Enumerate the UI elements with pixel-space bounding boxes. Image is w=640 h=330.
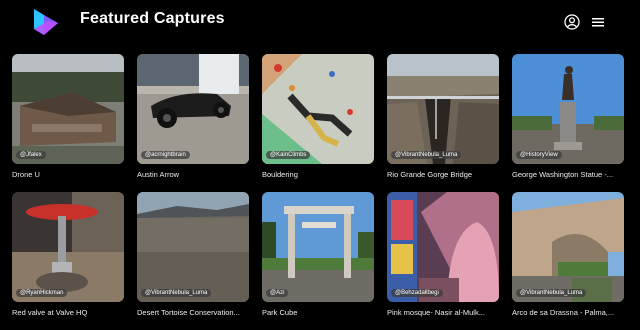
account-icon[interactable] (562, 12, 582, 32)
capture-caption[interactable]: Desert Tortoise Conservation... (137, 308, 249, 317)
capture-author-handle[interactable]: @Jfalex (16, 151, 46, 159)
capture-card[interactable]: @Jfalex Drone U (12, 54, 124, 182)
capture-caption[interactable]: Bouldering (262, 170, 374, 179)
capture-thumbnail[interactable]: @KainClimbs (262, 54, 374, 164)
capture-caption[interactable]: Rio Grande Gorge Bridge (387, 170, 499, 179)
capture-card[interactable]: @Behzadallbegi Pink mosque- Nasir al-Mul… (387, 192, 499, 320)
luma-logo-icon[interactable] (28, 5, 62, 39)
capture-caption[interactable]: Park Cube (262, 308, 374, 317)
capture-author-handle[interactable]: @KainClimbs (266, 151, 311, 159)
capture-caption[interactable]: Red valve at Valve HQ (12, 308, 124, 317)
capture-card[interactable]: @acrnightbrain Austin Arrow (137, 54, 249, 182)
capture-thumbnail[interactable]: @VibrantNebula_Luma (137, 192, 249, 302)
capture-author-handle[interactable]: @HistoryView (516, 151, 562, 159)
capture-author-handle[interactable]: @VibrantNebula_Luma (141, 289, 212, 297)
capture-thumbnail[interactable]: @HistoryView (512, 54, 624, 164)
capture-caption[interactable]: Arco de sa Drassna - Palma,... (512, 308, 624, 317)
capture-card[interactable]: @Azi Park Cube (262, 192, 374, 320)
capture-author-handle[interactable]: @Behzadallbegi (391, 289, 443, 297)
page-title: Featured Captures (80, 10, 225, 27)
capture-author-handle[interactable]: @Azi (266, 289, 289, 297)
capture-caption[interactable]: Austin Arrow (137, 170, 249, 179)
capture-thumbnail[interactable]: @RyanHickman (12, 192, 124, 302)
capture-author-handle[interactable]: @RyanHickman (16, 289, 68, 297)
capture-card[interactable]: @HistoryView George Washington Statue -.… (512, 54, 624, 182)
capture-caption[interactable]: Pink mosque- Nasir al-Mulk... (387, 308, 499, 317)
app-header: Featured Captures (0, 0, 640, 46)
capture-card[interactable]: @VibrantNebula_Luma Desert Tortoise Cons… (137, 192, 249, 320)
capture-caption[interactable]: George Washington Statue -... (512, 170, 624, 179)
capture-thumbnail[interactable]: @VibrantNebula_Luma (512, 192, 624, 302)
capture-card[interactable]: @RyanHickman Red valve at Valve HQ (12, 192, 124, 320)
hamburger-menu-icon[interactable] (588, 12, 608, 32)
capture-card[interactable]: @KainClimbs Bouldering (262, 54, 374, 182)
capture-author-handle[interactable]: @acrnightbrain (141, 151, 190, 159)
capture-caption[interactable]: Drone U (12, 170, 124, 179)
capture-author-handle[interactable]: @VibrantNebula_Luma (391, 151, 462, 159)
capture-card[interactable]: @VibrantNebula_Luma Arco de sa Drassna -… (512, 192, 624, 320)
capture-thumbnail[interactable]: @VibrantNebula_Luma (387, 54, 499, 164)
capture-thumbnail[interactable]: @Azi (262, 192, 374, 302)
capture-thumbnail[interactable]: @Jfalex (12, 54, 124, 164)
capture-thumbnail[interactable]: @acrnightbrain (137, 54, 249, 164)
capture-card[interactable]: @VibrantNebula_Luma Rio Grande Gorge Bri… (387, 54, 499, 182)
capture-author-handle[interactable]: @VibrantNebula_Luma (516, 289, 587, 297)
capture-thumbnail[interactable]: @Behzadallbegi (387, 192, 499, 302)
